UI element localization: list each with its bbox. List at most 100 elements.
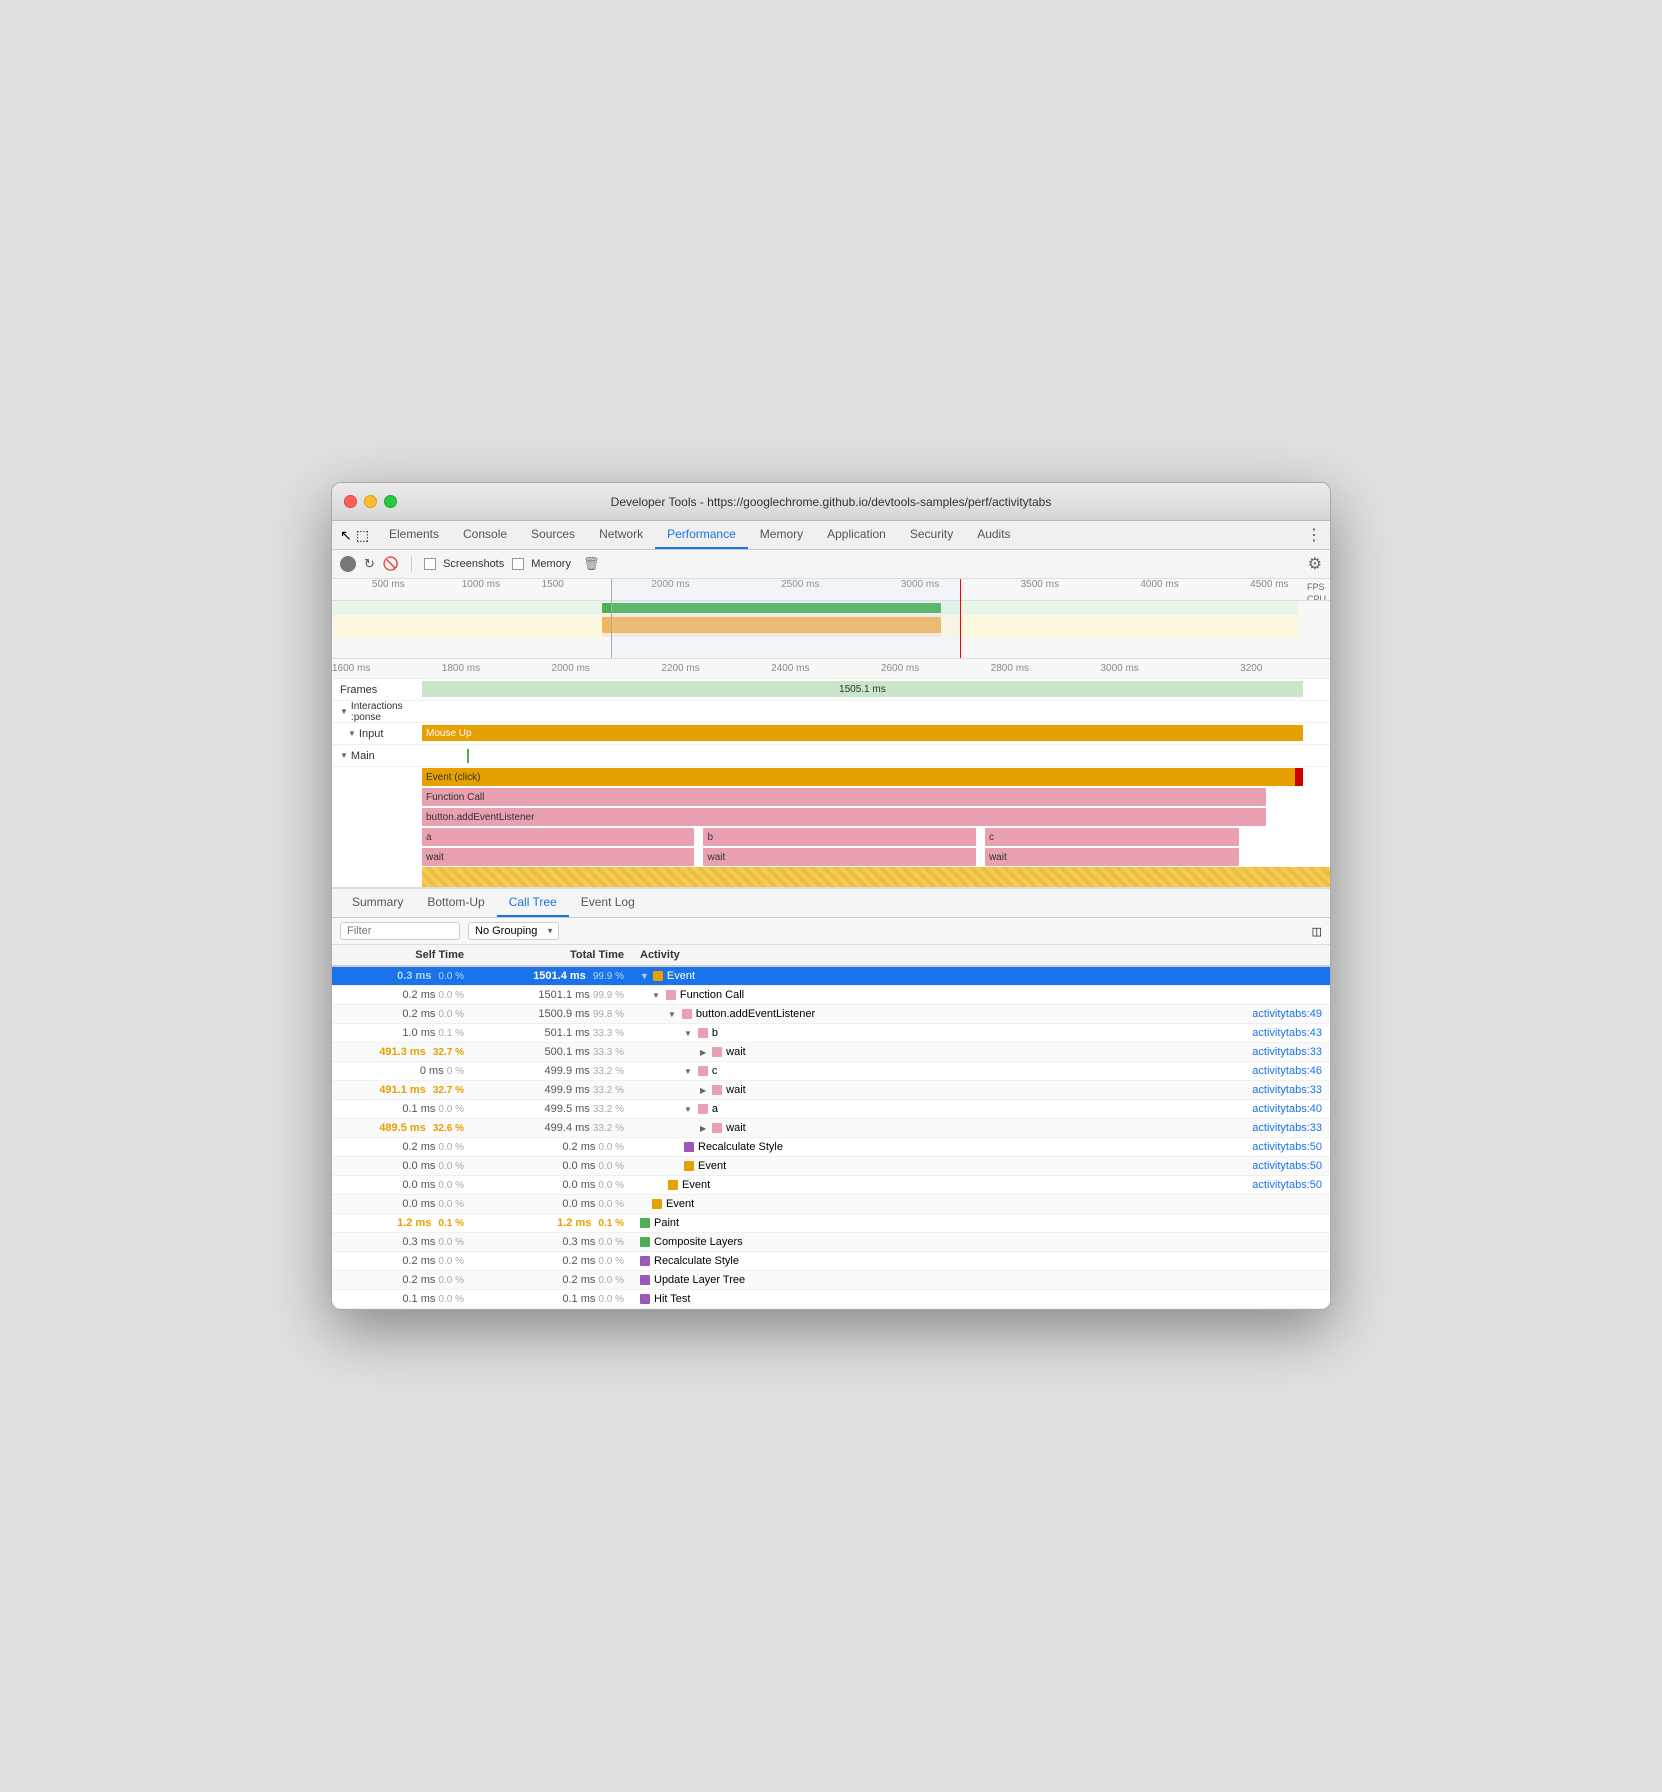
header-total-time: Total Time xyxy=(472,945,632,965)
event-dot-3 xyxy=(668,1180,678,1190)
call-tree-table: Self Time Total Time Activity 0.3 ms 0.0… xyxy=(332,945,1330,1309)
table-row[interactable]: 1.0 ms 0.1 % 501.1 ms 33.3 % ▼ b activit… xyxy=(332,1024,1330,1043)
screenshots-checkbox-label[interactable]: Screenshots xyxy=(424,558,504,570)
screenshots-checkbox[interactable] xyxy=(424,558,436,570)
table-row[interactable]: 0.2 ms 0.0 % 1500.9 ms 99.8 % ▼ button.a… xyxy=(332,1005,1330,1024)
table-row[interactable]: 0.0 ms 0.0 % 0.0 ms 0.0 % Event activity… xyxy=(332,1176,1330,1195)
table-row[interactable]: 489.5 ms 32.6 % 499.4 ms 33.2 % ▶ wait a… xyxy=(332,1119,1330,1138)
wait-dot xyxy=(712,1047,722,1057)
tab-audits[interactable]: Audits xyxy=(965,521,1022,549)
cursor-icon[interactable]: ↖ xyxy=(340,527,352,544)
lower-ruler: 1600 ms 1800 ms 2000 ms 2200 ms 2400 ms … xyxy=(332,659,1330,679)
table-row[interactable]: 0.1 ms 0.0 % 0.1 ms 0.0 % Hit Test xyxy=(332,1290,1330,1309)
recalc-style-dot xyxy=(684,1142,694,1152)
interactions-track: ▼ Interactions :ponse xyxy=(332,701,1330,723)
tab-sources[interactable]: Sources xyxy=(519,521,587,549)
table-row[interactable]: 491.3 ms 32.7 % 500.1 ms 33.3 % ▶ wait a… xyxy=(332,1043,1330,1062)
wait-dot-3 xyxy=(712,1123,722,1133)
flame-button-listener[interactable]: button.addEventListener xyxy=(332,807,1330,827)
link-activitytabs50-3[interactable]: activitytabs:50 xyxy=(1252,1179,1322,1191)
fps-chart xyxy=(332,601,1298,615)
table-row[interactable]: 0.2 ms 0.0 % 0.2 ms 0.0 % Recalculate St… xyxy=(332,1138,1330,1157)
link-activitytabs33-3[interactable]: activitytabs:33 xyxy=(1252,1122,1322,1134)
link-activitytabs46[interactable]: activitytabs:46 xyxy=(1252,1065,1322,1077)
table-row[interactable]: 0.3 ms 0.0 % 0.3 ms 0.0 % Composite Laye… xyxy=(332,1233,1330,1252)
tab-security[interactable]: Security xyxy=(898,521,965,549)
tab-performance[interactable]: Performance xyxy=(655,521,748,549)
link-activitytabs50-2[interactable]: activitytabs:50 xyxy=(1252,1160,1322,1172)
flame-abc[interactable]: a b c xyxy=(332,827,1330,847)
flame-function-call[interactable]: Function Call xyxy=(332,787,1330,807)
grouping-select[interactable]: No Grouping xyxy=(468,922,559,940)
record-button[interactable] xyxy=(340,556,356,572)
tab-event-log[interactable]: Event Log xyxy=(569,889,647,917)
link-activitytabs49[interactable]: activitytabs:49 xyxy=(1252,1008,1322,1020)
tab-console[interactable]: Console xyxy=(451,521,519,549)
event-dot-4 xyxy=(652,1199,662,1209)
wait-dot-2 xyxy=(712,1085,722,1095)
ruler-label: 2000 ms xyxy=(651,579,689,590)
header-self-time: Self Time xyxy=(332,945,472,965)
table-row[interactable]: 0.0 ms 0.0 % 0.0 ms 0.0 % Event xyxy=(332,1195,1330,1214)
link-activitytabs40[interactable]: activitytabs:40 xyxy=(1252,1103,1322,1115)
tab-application[interactable]: Application xyxy=(815,521,898,549)
more-options-icon[interactable]: ⋮ xyxy=(1306,525,1322,545)
ruler-label: 3000 ms xyxy=(901,579,939,590)
input-track: ▼ Input Mouse Up xyxy=(332,723,1330,745)
close-button[interactable] xyxy=(344,495,357,508)
flame-wait[interactable]: wait wait wait xyxy=(332,847,1330,867)
table-row[interactable]: 0 ms 0 % 499.9 ms 33.2 % ▼ c activitytab… xyxy=(332,1062,1330,1081)
settings-button[interactable]: ⚙ xyxy=(1308,554,1322,574)
header-activity: Activity xyxy=(632,945,1330,965)
filter-input[interactable] xyxy=(340,922,460,940)
table-header: Self Time Total Time Activity xyxy=(332,945,1330,967)
cpu-label: CPU xyxy=(1307,593,1326,601)
table-row[interactable]: 1.2 ms 0.1 % 1.2 ms 0.1 % Paint xyxy=(332,1214,1330,1233)
hit-test-dot xyxy=(640,1294,650,1304)
memory-checkbox[interactable] xyxy=(512,558,524,570)
fps-label: FPS xyxy=(1307,581,1326,593)
devtools-window: Developer Tools - https://googlechrome.g… xyxy=(331,482,1331,1310)
function-call-dot xyxy=(666,990,676,1000)
table-row[interactable]: 491.1 ms 32.7 % 499.9 ms 33.2 % ▶ wait a… xyxy=(332,1081,1330,1100)
tab-bottom-up[interactable]: Bottom-Up xyxy=(415,889,496,917)
recalc-style-dot-2 xyxy=(640,1256,650,1266)
table-row[interactable]: 0.2 ms 0.0 % 1501.1 ms 99.9 % ▼ Function… xyxy=(332,986,1330,1005)
tab-network[interactable]: Network xyxy=(587,521,655,549)
tab-elements[interactable]: Elements xyxy=(377,521,451,549)
bottom-tab-bar: Summary Bottom-Up Call Tree Event Log xyxy=(332,889,1330,918)
flame-event-click[interactable]: Event (click) xyxy=(332,767,1330,787)
reload-button[interactable]: ↻ xyxy=(364,556,375,572)
table-row[interactable]: 0.0 ms 0.0 % 0.0 ms 0.0 % Event activity… xyxy=(332,1157,1330,1176)
device-icon[interactable]: ⬚ xyxy=(356,527,369,544)
table-row[interactable]: 0.3 ms 0.0 % 1501.4 ms 99.9 % ▼ Event xyxy=(332,967,1330,986)
grouping-wrapper: No Grouping xyxy=(468,922,559,940)
flame-yellow-bottom xyxy=(332,867,1330,887)
maximize-button[interactable] xyxy=(384,495,397,508)
memory-checkbox-label[interactable]: Memory xyxy=(512,558,571,570)
clear-button[interactable]: 🗑 xyxy=(583,556,600,572)
right-panel-icon[interactable]: ◫ xyxy=(1312,925,1322,938)
titlebar: Developer Tools - https://googlechrome.g… xyxy=(332,483,1330,521)
tab-bar: ↖ ⬚ Elements Console Sources Network Per… xyxy=(332,521,1330,550)
stop-button[interactable]: 🚫 xyxy=(383,556,399,572)
table-row[interactable]: 0.2 ms 0.0 % 0.2 ms 0.0 % Update Layer T… xyxy=(332,1271,1330,1290)
ruler-label: 500 ms xyxy=(372,579,405,590)
link-activitytabs43[interactable]: activitytabs:43 xyxy=(1252,1027,1322,1039)
tab-call-tree[interactable]: Call Tree xyxy=(497,889,569,917)
traffic-lights xyxy=(344,495,397,508)
minimize-button[interactable] xyxy=(364,495,377,508)
main-track-header: ▼ Main xyxy=(332,745,1330,767)
tab-summary[interactable]: Summary xyxy=(340,889,415,917)
link-activitytabs50-1[interactable]: activitytabs:50 xyxy=(1252,1141,1322,1153)
link-activitytabs33-1[interactable]: activitytabs:33 xyxy=(1252,1046,1322,1058)
table-row[interactable]: 0.1 ms 0.0 % 499.5 ms 33.2 % ▼ a activit… xyxy=(332,1100,1330,1119)
cpu-chart xyxy=(332,615,1298,637)
tab-memory[interactable]: Memory xyxy=(748,521,815,549)
ruler-label: 1000 ms xyxy=(462,579,500,590)
control-bar: ↻ 🚫 Screenshots Memory 🗑 ⚙ xyxy=(332,550,1330,579)
link-activitytabs33-2[interactable]: activitytabs:33 xyxy=(1252,1084,1322,1096)
timeline-area: 500 ms 1000 ms 1500 2000 ms 2500 ms 3000… xyxy=(332,579,1330,889)
table-row[interactable]: 0.2 ms 0.0 % 0.2 ms 0.0 % Recalculate St… xyxy=(332,1252,1330,1271)
a-dot xyxy=(698,1104,708,1114)
